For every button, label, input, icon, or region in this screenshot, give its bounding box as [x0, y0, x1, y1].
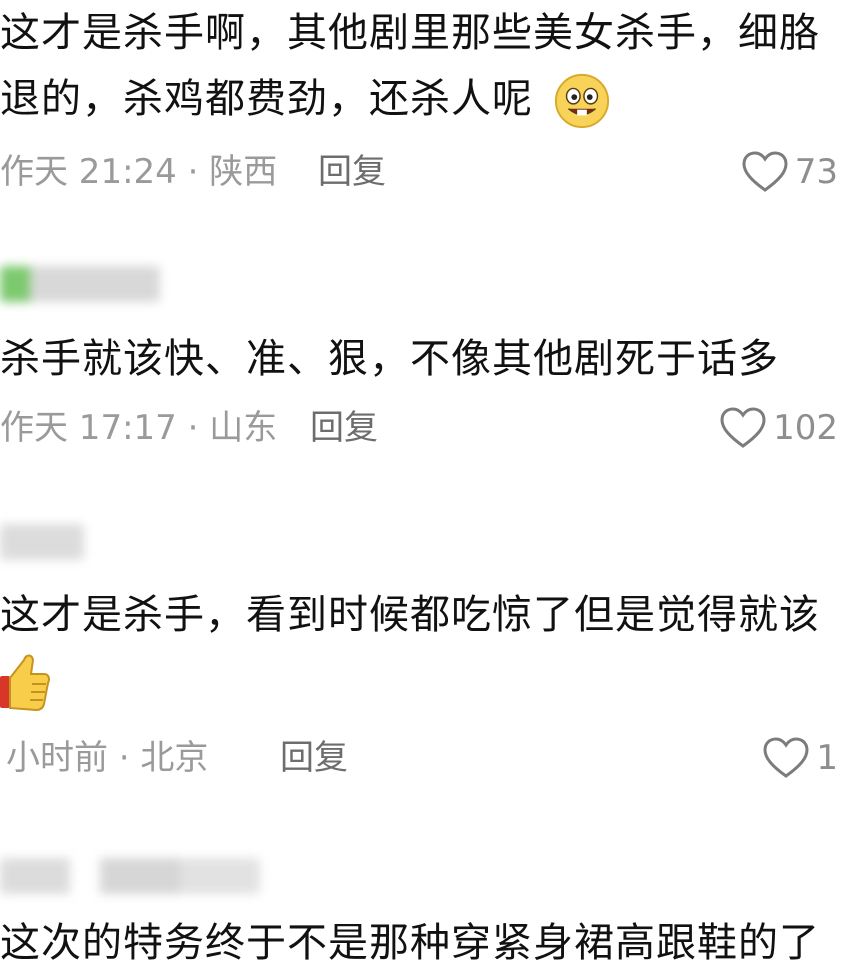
- like-count: 102: [773, 408, 838, 448]
- reply-button[interactable]: 回复: [280, 738, 348, 778]
- blurred-username: [0, 266, 160, 302]
- comment-text-line: 退的，杀鸡都费劲，还杀人呢: [0, 76, 533, 122]
- heart-icon: [763, 737, 809, 778]
- comment-text: 这才是杀手，看到时候都吃惊了但是觉得就该: [0, 592, 820, 638]
- comment-meta: 作天 21:24 · 陕西: [0, 152, 278, 192]
- comment-meta: 作天 17:17 · 山东: [0, 408, 278, 448]
- comment-item: 杀手就该快、准、狠，不像其他剧死于话多 作天 17:17 · 山东 回复 102: [0, 240, 848, 470]
- reply-button[interactable]: 回复: [310, 408, 378, 448]
- comment-item: 这次的特务终于不是那种穿紧身裙高跟鞋的了: [0, 840, 848, 966]
- comment-meta: 小时前 · 北京: [6, 738, 209, 778]
- reply-button[interactable]: 回复: [318, 152, 386, 192]
- comment-item: 这才是杀手，看到时候都吃惊了但是觉得就该 小时前 · 北京 回复 1: [0, 510, 848, 810]
- comment-text: 退的，杀鸡都费劲，还杀人呢: [0, 72, 611, 130]
- comment-item: 这才是杀手啊，其他剧里那些美女杀手，细胳 退的，杀鸡都费劲，还杀人呢 作天 21…: [0, 0, 848, 210]
- like-button[interactable]: 73: [741, 150, 838, 194]
- like-count: 1: [816, 738, 838, 778]
- heart-icon: [742, 151, 788, 192]
- thumbs-up-emoji-icon: [0, 654, 50, 712]
- like-count: 73: [794, 152, 838, 192]
- like-button[interactable]: 102: [719, 406, 838, 450]
- comment-text: 杀手就该快、准、狠，不像其他剧死于话多: [0, 336, 779, 382]
- like-button[interactable]: 1: [762, 736, 838, 780]
- heart-icon: [720, 407, 766, 448]
- blurred-username: [0, 858, 260, 894]
- comment-text: 这次的特务终于不是那种穿紧身裙高跟鞋的了: [0, 920, 820, 966]
- blurred-username: [0, 524, 84, 560]
- comment-text: 这才是杀手啊，其他剧里那些美女杀手，细胳: [0, 10, 820, 56]
- grin-face-emoji-icon: [554, 73, 609, 129]
